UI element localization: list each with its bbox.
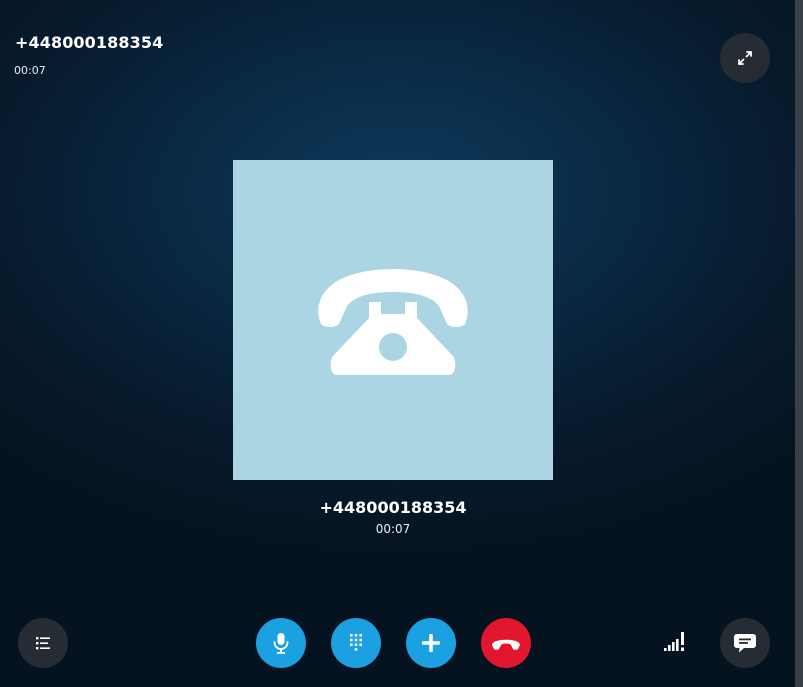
chat-button[interactable] [720,618,770,668]
expand-arrows-icon [738,51,752,65]
mute-microphone-button[interactable] [256,618,306,668]
fullscreen-button[interactable] [720,33,770,83]
header-caller-number: +448000188354 [15,33,164,52]
callee-call-duration: 00:07 [375,522,411,536]
header-call-duration: 00:07 [14,64,46,77]
signal-strength-indicator[interactable] [663,631,691,653]
hang-up-phone-icon [492,639,520,650]
telephone-icon [318,269,468,375]
add-to-call-button[interactable] [406,618,456,668]
dialpad-icon [350,634,362,651]
callee-avatar [233,160,553,480]
call-window: +448000188354 00:07 +448000188354 00:07 [0,0,795,687]
call-menu-button[interactable] [18,618,68,668]
chat-bubble-icon [734,634,756,653]
end-call-button[interactable] [481,618,531,668]
callee-number: +448000188354 [319,498,467,517]
plus-icon [422,634,440,652]
window-edge [795,0,803,687]
list-menu-icon [36,637,50,650]
dialpad-button[interactable] [331,618,381,668]
signal-strength-icon [664,632,684,651]
microphone-icon [273,633,289,654]
